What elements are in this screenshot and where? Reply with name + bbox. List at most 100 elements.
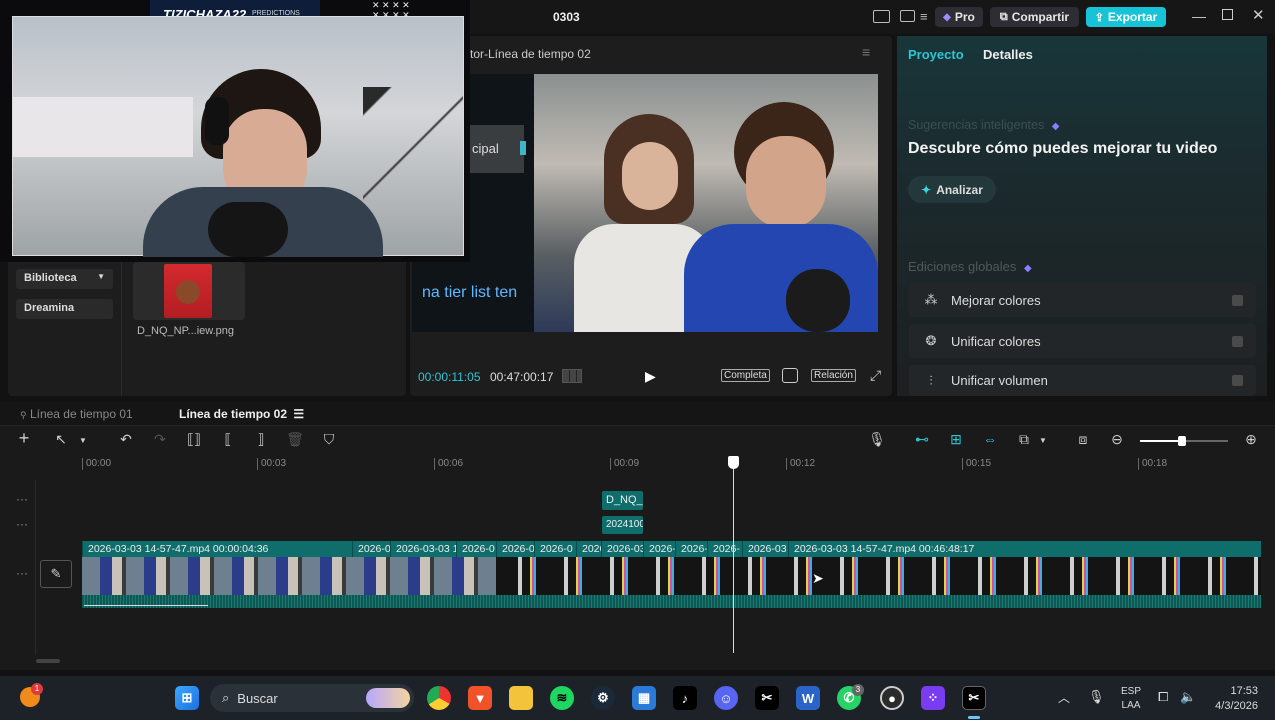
tiktok-icon[interactable]: ♪ — [673, 686, 697, 710]
split-icon[interactable]: ⟦⟧ — [185, 431, 203, 448]
timeline-clip[interactable]: 2026- — [675, 541, 707, 557]
media-thumbnail[interactable] — [133, 262, 245, 320]
track-menu-icon[interactable]: ··· — [16, 566, 28, 580]
export-button[interactable]: ⇪ Exportar — [1086, 7, 1166, 27]
crop-icon[interactable] — [782, 368, 798, 383]
steam-icon[interactable]: ⚙ — [591, 686, 615, 710]
layout-icon[interactable] — [873, 10, 890, 23]
diamond-icon: ◆ — [1051, 121, 1060, 132]
network-icon[interactable]: ⧠ — [1158, 689, 1168, 705]
preview-axis-icon[interactable]: ⧉ — [1015, 431, 1033, 448]
menu-icon[interactable]: ≡ — [920, 9, 928, 24]
chrome-icon[interactable] — [427, 686, 451, 710]
clock[interactable]: 17:53 4/3/2026 — [1208, 684, 1258, 714]
zoom-slider[interactable] — [1140, 436, 1228, 446]
redo-icon[interactable]: ↷ — [151, 431, 169, 448]
volume-icon[interactable]: 🔈 — [1180, 689, 1196, 705]
overlay-clip-image[interactable]: D_NQ_ — [602, 491, 643, 510]
magnet-icon[interactable]: ⊞ — [947, 431, 965, 448]
option-toggle[interactable] — [1232, 294, 1243, 306]
clip-thumbnails — [82, 557, 496, 595]
delete-icon[interactable]: 🗑 — [286, 431, 304, 448]
timeline-clip[interactable]: 2026-0 — [534, 541, 576, 557]
share-button[interactable]: ⧉ Compartir — [990, 7, 1079, 27]
zoom-slider-fill — [1140, 440, 1182, 442]
timeline-clip[interactable]: 2026-03 — [742, 541, 788, 557]
timeline-clip[interactable]: 2026-0 — [456, 541, 496, 557]
fullscreen-icon[interactable]: ⤢ — [870, 367, 881, 384]
tab-project[interactable]: Proyecto — [908, 47, 964, 62]
capcut-icon[interactable]: ✂ — [755, 686, 779, 710]
add-track-button[interactable]: + — [15, 428, 33, 449]
link-clips-icon[interactable]: ⊷ — [913, 431, 931, 448]
shortcuts-icon[interactable] — [900, 10, 915, 22]
pro-button[interactable]: ◆ Pro — [935, 7, 983, 27]
player-title: tor-Línea de tiempo 02 — [470, 47, 591, 61]
tab-timeline-01[interactable]: ⚲ Línea de tiempo 01 — [20, 407, 133, 421]
taskbar-search[interactable]: ⌕ Buscar — [210, 684, 414, 712]
playhead-line[interactable] — [733, 465, 734, 653]
player-partial-badge — [520, 141, 526, 155]
track-menu-icon[interactable]: ··· — [16, 517, 28, 531]
zoom-out-icon[interactable]: ⊖ — [1108, 431, 1126, 448]
language-indicator[interactable]: ESP LAA — [1121, 685, 1141, 713]
timeline-clip[interactable]: 2026 — [576, 541, 601, 557]
ratio-button[interactable]: Relación — [811, 369, 856, 382]
tab-timeline-02[interactable]: Línea de tiempo 02 ☰ — [179, 407, 304, 421]
undo-icon[interactable]: ↶ — [117, 431, 135, 448]
close-button[interactable]: ✕ — [1252, 6, 1265, 24]
full-quality-button[interactable]: Completa — [721, 369, 770, 382]
zoom-slider-handle[interactable] — [1178, 436, 1186, 446]
track-menu-icon[interactable]: ··· — [16, 492, 28, 506]
fit-view-icon[interactable]: ⧈ — [1074, 431, 1092, 448]
select-tool-icon[interactable]: ↖ — [52, 431, 70, 448]
minimize-button[interactable]: — — [1192, 8, 1206, 24]
option-toggle[interactable] — [1232, 375, 1243, 386]
mouse-cursor-icon: ➤ — [812, 570, 824, 586]
discord-icon[interactable]: ☺ — [714, 686, 738, 710]
analyze-button[interactable]: ✦ Analizar — [908, 176, 996, 203]
word-icon[interactable]: W — [796, 686, 820, 710]
timeline-clip[interactable]: 2026-03-03 1 — [390, 541, 456, 557]
app-grid-icon[interactable]: ⁘ — [921, 686, 945, 710]
chevron-down-icon[interactable]: ▼ — [1034, 436, 1052, 445]
snap-icon[interactable]: ⇔ — [981, 431, 999, 447]
spotify-icon[interactable]: ≋ — [550, 686, 574, 710]
dreamina-button[interactable]: Dreamina — [16, 299, 113, 319]
trim-left-icon[interactable]: ⟦ — [219, 431, 237, 448]
file-explorer-icon[interactable] — [509, 686, 533, 710]
option-toggle[interactable] — [1232, 335, 1243, 347]
timeline-clip[interactable]: 2026-0 — [496, 541, 534, 557]
chevron-up-icon[interactable]: ︿ — [1058, 689, 1070, 706]
microphone-icon[interactable]: 🎙 — [868, 431, 886, 448]
shield-icon[interactable]: ⛉ — [320, 431, 338, 448]
overlay-clip-video[interactable]: 2024100 — [602, 516, 643, 534]
microphone-tray-icon[interactable]: 🎙 — [1088, 689, 1105, 705]
obs-icon[interactable]: ● — [880, 686, 904, 710]
timeline-clip[interactable]: 2026-03-03 14-57-47.mp4 00:00:04:36 — [82, 541, 352, 557]
library-dropdown[interactable]: Biblioteca ▼ — [16, 269, 113, 289]
brave-icon[interactable]: ▼ — [468, 686, 492, 710]
windows-start-icon[interactable]: ⊞ — [175, 686, 199, 710]
timeline-clip[interactable]: 2026- — [707, 541, 742, 557]
timeline-clip[interactable]: 2026-03 — [601, 541, 643, 557]
trim-right-icon[interactable]: ⟧ — [252, 431, 270, 448]
timeline-clip[interactable]: 2026- — [643, 541, 675, 557]
grid-icon[interactable] — [562, 369, 582, 383]
playhead-handle[interactable] — [728, 456, 739, 469]
option-enhance-colors[interactable]: ⁂ Mejorar colores — [909, 283, 1256, 317]
tab-details[interactable]: Detalles — [983, 47, 1033, 62]
timeline-clip[interactable]: 2026-0 — [352, 541, 390, 557]
edit-track-icon[interactable]: ✎ — [40, 560, 72, 588]
maximize-button[interactable] — [1222, 9, 1233, 20]
player-menu-icon[interactable]: ≡ — [862, 44, 870, 60]
chevron-down-icon[interactable]: ▼ — [74, 436, 92, 445]
zoom-in-icon[interactable]: ⊕ — [1242, 431, 1260, 448]
horizontal-scrollbar[interactable] — [36, 659, 60, 663]
option-unify-colors[interactable]: ❂ Unificar colores — [909, 324, 1256, 358]
timeline-clip[interactable]: 2026-03-03 14-57-47.mp4 00:46:48:17 — [788, 541, 1261, 557]
play-button[interactable]: ▶ — [645, 368, 656, 385]
capcut-active-icon[interactable]: ✂ — [962, 686, 986, 710]
option-unify-volume[interactable]: ⫶ Unificar volumen — [909, 365, 1256, 396]
store-icon[interactable]: ▦ — [632, 686, 656, 710]
